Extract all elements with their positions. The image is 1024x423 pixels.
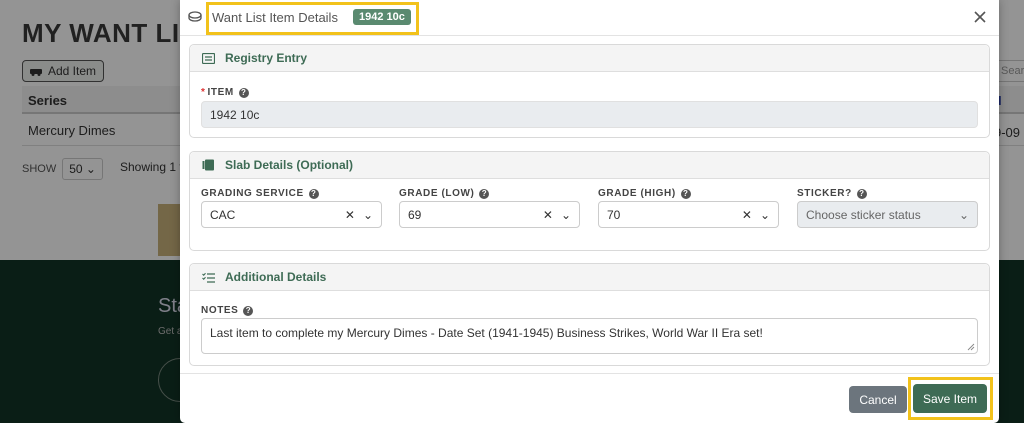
clear-icon[interactable]: ✕ <box>543 208 553 222</box>
clear-icon[interactable]: ✕ <box>345 208 355 222</box>
sticker-label-text: STICKER? <box>797 188 852 199</box>
help-icon[interactable]: ? <box>856 188 867 199</box>
slab-icon <box>202 159 214 171</box>
registry-entry-card: Registry Entry * ITEM ? 1942 10c <box>189 44 990 138</box>
help-icon[interactable]: ? <box>308 188 319 199</box>
coins-icon <box>188 11 202 22</box>
registry-entry-header: Registry Entry <box>190 45 989 72</box>
sticker-select[interactable]: Choose sticker status ⌄ <box>797 201 978 228</box>
help-icon[interactable]: ? <box>479 188 490 199</box>
notes-label: NOTES ? <box>201 305 254 316</box>
grading-service-label: GRADING SERVICE ? <box>201 188 319 199</box>
grade-low-label-text: GRADE (LOW) <box>399 188 475 199</box>
cancel-button[interactable]: Cancel <box>849 386 907 413</box>
item-badge: 1942 10c <box>353 9 411 25</box>
grade-high-label-text: GRADE (HIGH) <box>598 188 676 199</box>
chevron-down-icon[interactable]: ⌄ <box>363 208 373 222</box>
notes-value: Last item to complete my Mercury Dimes -… <box>210 326 763 340</box>
chevron-down-icon[interactable]: ⌄ <box>959 208 969 222</box>
checklist-icon <box>202 272 215 283</box>
grade-low-select[interactable]: 69 ✕ ⌄ <box>399 201 580 228</box>
required-marker: * <box>201 87 206 98</box>
slab-details-header: Slab Details (Optional) <box>190 152 989 179</box>
grade-high-label: GRADE (HIGH) ? <box>598 188 691 199</box>
item-field[interactable]: 1942 10c <box>201 101 978 128</box>
want-list-item-modal: Want List Item Details 1942 10c Registry… <box>180 0 999 423</box>
slab-details-title: Slab Details (Optional) <box>225 158 354 172</box>
grade-high-value: 70 <box>607 208 621 222</box>
additional-details-header: Additional Details <box>190 264 989 291</box>
grade-low-value: 69 <box>408 208 422 222</box>
item-label: * ITEM ? <box>201 87 249 98</box>
grade-low-label: GRADE (LOW) ? <box>399 188 490 199</box>
additional-details-title: Additional Details <box>225 270 327 284</box>
sticker-label: STICKER? ? <box>797 188 867 199</box>
modal-header: Want List Item Details 1942 10c <box>180 0 999 36</box>
help-icon[interactable]: ? <box>238 87 249 98</box>
save-item-button[interactable]: Save Item <box>913 384 987 413</box>
chevron-down-icon[interactable]: ⌄ <box>760 208 770 222</box>
slab-details-card: Slab Details (Optional) GRADING SERVICE … <box>189 151 990 251</box>
help-icon[interactable]: ? <box>680 188 691 199</box>
notes-textarea[interactable]: Last item to complete my Mercury Dimes -… <box>201 318 978 354</box>
additional-details-card: Additional Details NOTES ? Last item to … <box>189 263 990 366</box>
resize-handle-icon[interactable] <box>967 343 975 351</box>
item-label-text: ITEM <box>207 87 234 98</box>
chevron-down-icon[interactable]: ⌄ <box>561 208 571 222</box>
help-icon[interactable]: ? <box>243 305 254 316</box>
modal-title: Want List Item Details <box>212 10 338 25</box>
modal-footer: Cancel Save Item <box>180 373 999 423</box>
close-icon[interactable] <box>971 8 989 26</box>
clear-icon[interactable]: ✕ <box>742 208 752 222</box>
sticker-placeholder: Choose sticker status <box>806 208 921 222</box>
notes-label-text: NOTES <box>201 305 239 316</box>
grading-service-label-text: GRADING SERVICE <box>201 188 304 199</box>
list-icon <box>202 52 215 64</box>
grading-service-select[interactable]: CAC ✕ ⌄ <box>201 201 382 228</box>
registry-entry-title: Registry Entry <box>225 51 308 65</box>
grading-service-value: CAC <box>210 208 236 222</box>
grade-high-select[interactable]: 70 ✕ ⌄ <box>598 201 779 228</box>
